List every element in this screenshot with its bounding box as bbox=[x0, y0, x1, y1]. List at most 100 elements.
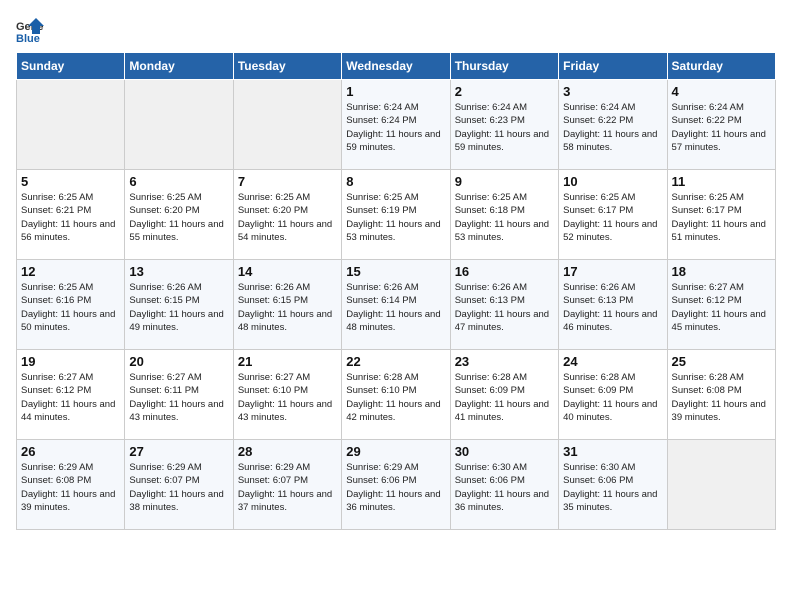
day-number: 6 bbox=[129, 174, 228, 189]
day-number: 21 bbox=[238, 354, 337, 369]
calendar-cell: 7Sunrise: 6:25 AMSunset: 6:20 PMDaylight… bbox=[233, 170, 341, 260]
day-number: 26 bbox=[21, 444, 120, 459]
day-info: Sunrise: 6:28 AMSunset: 6:10 PMDaylight:… bbox=[346, 371, 445, 424]
weekday-header-saturday: Saturday bbox=[667, 53, 775, 80]
calendar-cell bbox=[17, 80, 125, 170]
day-number: 19 bbox=[21, 354, 120, 369]
day-number: 17 bbox=[563, 264, 662, 279]
calendar-week-3: 12Sunrise: 6:25 AMSunset: 6:16 PMDayligh… bbox=[17, 260, 776, 350]
header: General Blue bbox=[16, 16, 776, 44]
svg-text:Blue: Blue bbox=[16, 33, 40, 44]
day-number: 13 bbox=[129, 264, 228, 279]
day-info: Sunrise: 6:28 AMSunset: 6:09 PMDaylight:… bbox=[455, 371, 554, 424]
day-info: Sunrise: 6:26 AMSunset: 6:15 PMDaylight:… bbox=[238, 281, 337, 334]
calendar-cell: 31 Sunrise: 6:30 AMSunset: 6:06 PMDayligh… bbox=[559, 440, 667, 530]
day-number: 3 bbox=[563, 84, 662, 99]
calendar-cell: 2Sunrise: 6:24 AMSunset: 6:23 PMDaylight… bbox=[450, 80, 558, 170]
calendar-week-4: 19 Sunrise: 6:27 AMSunset: 6:12 PMDayligh… bbox=[17, 350, 776, 440]
day-info: Sunrise: 6:26 AMSunset: 6:14 PMDaylight:… bbox=[346, 281, 445, 334]
day-number: 8 bbox=[346, 174, 445, 189]
weekday-header-sunday: Sunday bbox=[17, 53, 125, 80]
day-number: 1 bbox=[346, 84, 445, 99]
day-info: Sunrise: 6:24 AMSunset: 6:22 PMDaylight:… bbox=[672, 101, 771, 154]
day-number: 30 bbox=[455, 444, 554, 459]
calendar-cell: 5Sunrise: 6:25 AMSunset: 6:21 PMDaylight… bbox=[17, 170, 125, 260]
day-number: 29 bbox=[346, 444, 445, 459]
calendar-week-5: 26Sunrise: 6:29 AMSunset: 6:08 PMDayligh… bbox=[17, 440, 776, 530]
calendar-week-2: 5Sunrise: 6:25 AMSunset: 6:21 PMDaylight… bbox=[17, 170, 776, 260]
day-info: Sunrise: 6:25 AMSunset: 6:20 PMDaylight:… bbox=[129, 191, 228, 244]
day-info: Sunrise: 6:24 AMSunset: 6:23 PMDaylight:… bbox=[455, 101, 554, 154]
day-info: Sunrise: 6:27 AMSunset: 6:12 PMDaylight:… bbox=[21, 371, 120, 424]
day-info: Sunrise: 6:28 AMSunset: 6:08 PMDaylight:… bbox=[672, 371, 771, 424]
calendar-cell: 19 Sunrise: 6:27 AMSunset: 6:12 PMDayligh… bbox=[17, 350, 125, 440]
day-info: Sunrise: 6:25 AMSunset: 6:17 PMDaylight:… bbox=[563, 191, 662, 244]
calendar-cell: 20Sunrise: 6:27 AMSunset: 6:11 PMDayligh… bbox=[125, 350, 233, 440]
calendar-cell: 6 Sunrise: 6:25 AMSunset: 6:20 PMDaylight… bbox=[125, 170, 233, 260]
calendar-cell: 13 Sunrise: 6:26 AMSunset: 6:15 PMDayligh… bbox=[125, 260, 233, 350]
day-info: Sunrise: 6:26 AMSunset: 6:15 PMDaylight:… bbox=[129, 281, 228, 334]
day-number: 10 bbox=[563, 174, 662, 189]
day-number: 31 bbox=[563, 444, 662, 459]
day-number: 20 bbox=[129, 354, 228, 369]
day-info: Sunrise: 6:27 AMSunset: 6:10 PMDaylight:… bbox=[238, 371, 337, 424]
calendar-cell: 1 Sunrise: 6:24 AMSunset: 6:24 PMDaylight… bbox=[342, 80, 450, 170]
day-number: 25 bbox=[672, 354, 771, 369]
day-info: Sunrise: 6:25 AMSunset: 6:17 PMDaylight:… bbox=[672, 191, 771, 244]
calendar-cell: 10 Sunrise: 6:25 AMSunset: 6:17 PMDayligh… bbox=[559, 170, 667, 260]
calendar-cell: 16 Sunrise: 6:26 AMSunset: 6:13 PMDayligh… bbox=[450, 260, 558, 350]
calendar-cell: 29 Sunrise: 6:29 AMSunset: 6:06 PMDayligh… bbox=[342, 440, 450, 530]
calendar-cell: 15 Sunrise: 6:26 AMSunset: 6:14 PMDayligh… bbox=[342, 260, 450, 350]
day-number: 11 bbox=[672, 174, 771, 189]
calendar-cell bbox=[233, 80, 341, 170]
calendar-cell: 21 Sunrise: 6:27 AMSunset: 6:10 PMDayligh… bbox=[233, 350, 341, 440]
day-info: Sunrise: 6:25 AMSunset: 6:16 PMDaylight:… bbox=[21, 281, 120, 334]
day-number: 14 bbox=[238, 264, 337, 279]
day-info: Sunrise: 6:25 AMSunset: 6:19 PMDaylight:… bbox=[346, 191, 445, 244]
weekday-header-friday: Friday bbox=[559, 53, 667, 80]
weekday-header-thursday: Thursday bbox=[450, 53, 558, 80]
weekday-header-tuesday: Tuesday bbox=[233, 53, 341, 80]
day-info: Sunrise: 6:26 AMSunset: 6:13 PMDaylight:… bbox=[563, 281, 662, 334]
day-number: 16 bbox=[455, 264, 554, 279]
calendar-cell bbox=[667, 440, 775, 530]
calendar-cell: 22 Sunrise: 6:28 AMSunset: 6:10 PMDayligh… bbox=[342, 350, 450, 440]
day-info: Sunrise: 6:29 AMSunset: 6:07 PMDaylight:… bbox=[238, 461, 337, 514]
calendar-cell: 17 Sunrise: 6:26 AMSunset: 6:13 PMDayligh… bbox=[559, 260, 667, 350]
day-number: 4 bbox=[672, 84, 771, 99]
calendar-cell: 24Sunrise: 6:28 AMSunset: 6:09 PMDayligh… bbox=[559, 350, 667, 440]
weekday-header-monday: Monday bbox=[125, 53, 233, 80]
calendar-cell: 27 Sunrise: 6:29 AMSunset: 6:07 PMDayligh… bbox=[125, 440, 233, 530]
calendar-cell: 18Sunrise: 6:27 AMSunset: 6:12 PMDayligh… bbox=[667, 260, 775, 350]
logo: General Blue bbox=[16, 16, 48, 44]
day-info: Sunrise: 6:30 AMSunset: 6:06 PMDaylight:… bbox=[455, 461, 554, 514]
calendar-cell: 28 Sunrise: 6:29 AMSunset: 6:07 PMDayligh… bbox=[233, 440, 341, 530]
calendar-cell: 3 Sunrise: 6:24 AMSunset: 6:22 PMDaylight… bbox=[559, 80, 667, 170]
calendar-table: SundayMondayTuesdayWednesdayThursdayFrid… bbox=[16, 52, 776, 530]
day-number: 22 bbox=[346, 354, 445, 369]
calendar-cell: 4 Sunrise: 6:24 AMSunset: 6:22 PMDaylight… bbox=[667, 80, 775, 170]
calendar-cell: 12Sunrise: 6:25 AMSunset: 6:16 PMDayligh… bbox=[17, 260, 125, 350]
calendar-cell: 25 Sunrise: 6:28 AMSunset: 6:08 PMDayligh… bbox=[667, 350, 775, 440]
day-info: Sunrise: 6:24 AMSunset: 6:22 PMDaylight:… bbox=[563, 101, 662, 154]
day-info: Sunrise: 6:24 AMSunset: 6:24 PMDaylight:… bbox=[346, 101, 445, 154]
day-info: Sunrise: 6:29 AMSunset: 6:07 PMDaylight:… bbox=[129, 461, 228, 514]
weekday-header-wednesday: Wednesday bbox=[342, 53, 450, 80]
logo-icon: General Blue bbox=[16, 16, 44, 44]
calendar-week-1: 1 Sunrise: 6:24 AMSunset: 6:24 PMDaylight… bbox=[17, 80, 776, 170]
day-number: 27 bbox=[129, 444, 228, 459]
weekday-row: SundayMondayTuesdayWednesdayThursdayFrid… bbox=[17, 53, 776, 80]
day-info: Sunrise: 6:28 AMSunset: 6:09 PMDaylight:… bbox=[563, 371, 662, 424]
day-number: 15 bbox=[346, 264, 445, 279]
calendar-cell: 8 Sunrise: 6:25 AMSunset: 6:19 PMDaylight… bbox=[342, 170, 450, 260]
day-info: Sunrise: 6:26 AMSunset: 6:13 PMDaylight:… bbox=[455, 281, 554, 334]
day-info: Sunrise: 6:29 AMSunset: 6:06 PMDaylight:… bbox=[346, 461, 445, 514]
day-info: Sunrise: 6:30 AMSunset: 6:06 PMDaylight:… bbox=[563, 461, 662, 514]
calendar-header: SundayMondayTuesdayWednesdayThursdayFrid… bbox=[17, 53, 776, 80]
day-info: Sunrise: 6:25 AMSunset: 6:18 PMDaylight:… bbox=[455, 191, 554, 244]
calendar-cell: 26Sunrise: 6:29 AMSunset: 6:08 PMDayligh… bbox=[17, 440, 125, 530]
day-number: 18 bbox=[672, 264, 771, 279]
day-number: 9 bbox=[455, 174, 554, 189]
day-number: 28 bbox=[238, 444, 337, 459]
day-info: Sunrise: 6:25 AMSunset: 6:20 PMDaylight:… bbox=[238, 191, 337, 244]
